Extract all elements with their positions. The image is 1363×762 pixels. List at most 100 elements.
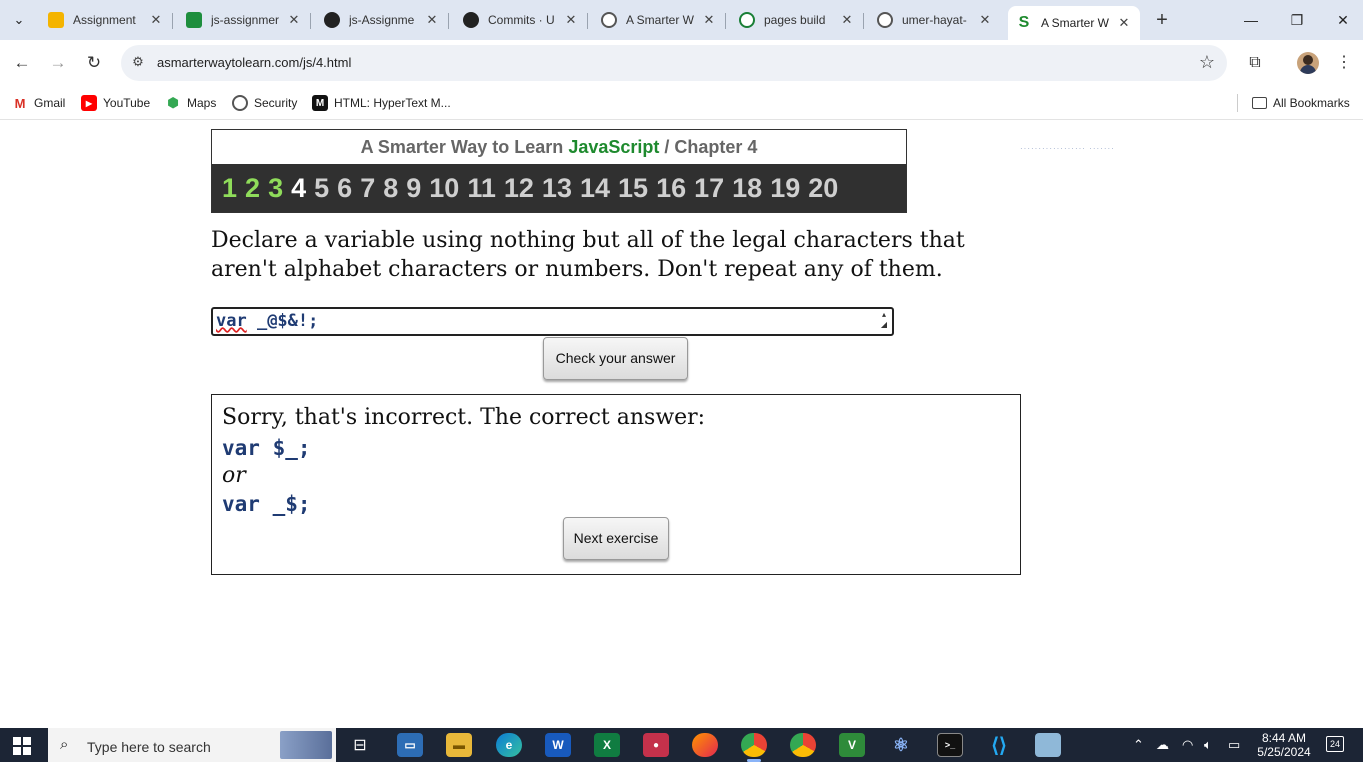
tray-chevron-icon[interactable]: ⌃: [1133, 737, 1144, 753]
vim-icon[interactable]: V: [839, 733, 865, 757]
file-explorer-pc-icon[interactable]: ▭: [397, 733, 423, 757]
bookmark-mdn[interactable]: M HTML: HyperText M...: [312, 92, 451, 114]
react-icon[interactable]: ⚛: [888, 733, 914, 757]
tab-0[interactable]: Assignment ✕: [40, 6, 173, 34]
taskbar-search[interactable]: ⌕ Type here to search: [48, 728, 336, 762]
tab-search-button[interactable]: ⌄: [6, 8, 32, 32]
clock-date: 5/25/2024: [1257, 745, 1311, 759]
taskbar-search-placeholder: Type here to search: [87, 739, 211, 755]
exercise-link-10[interactable]: 10: [429, 173, 459, 204]
exercise-link-2[interactable]: 2: [245, 173, 260, 204]
close-icon[interactable]: ✕: [148, 12, 164, 28]
windows-start-icon[interactable]: [13, 737, 31, 755]
edge-icon[interactable]: e: [496, 733, 522, 757]
bookmark-youtube[interactable]: ▶ YouTube: [81, 92, 150, 114]
github-actions-icon: [739, 12, 755, 28]
feedback-box: Sorry, that's incorrect. The correct ans…: [211, 394, 1021, 575]
close-window-button[interactable]: ✕: [1320, 0, 1363, 40]
close-icon[interactable]: ✕: [286, 12, 302, 28]
exercise-link-13[interactable]: 13: [542, 173, 572, 204]
tab-6[interactable]: umer-hayat- ✕: [869, 6, 1001, 34]
exercise-link-6[interactable]: 6: [337, 173, 352, 204]
tab-title: js-Assignme: [349, 13, 415, 27]
textarea-resize-handle[interactable]: ▴ ◢: [877, 310, 891, 333]
close-icon[interactable]: ✕: [424, 12, 440, 28]
tab-4[interactable]: A Smarter W ✕: [593, 6, 726, 34]
extensions-icon[interactable]: ⧉: [1243, 51, 1267, 75]
minimize-button[interactable]: —: [1228, 0, 1274, 40]
github-icon: [324, 12, 340, 28]
taskbar-clock[interactable]: 8:44 AM 5/25/2024: [1252, 731, 1316, 759]
exercise-link-11[interactable]: 11: [467, 173, 496, 204]
exercise-link-9[interactable]: 9: [406, 173, 421, 204]
search-icon: ⌕: [60, 736, 69, 753]
firefox-icon[interactable]: [692, 733, 718, 757]
chrome-icon[interactable]: [741, 733, 767, 762]
close-icon[interactable]: ✕: [563, 12, 579, 28]
site-settings-icon[interactable]: ⚙: [129, 53, 147, 71]
recorder-icon[interactable]: ●: [643, 733, 669, 757]
exercise-link-3[interactable]: 3: [268, 173, 283, 204]
volume-icon[interactable]: 🔈︎: [1204, 737, 1212, 753]
search-highlight-image: [280, 731, 332, 759]
forward-button[interactable]: →: [46, 51, 70, 75]
reload-button[interactable]: ↻: [82, 51, 106, 75]
tab-title: Assignment: [73, 13, 136, 27]
close-icon[interactable]: ✕: [839, 12, 855, 28]
bookmark-label: Security: [254, 96, 298, 110]
address-bar[interactable]: ⚙ asmarterwaytolearn.com/js/4.html ☆: [121, 45, 1227, 81]
exercise-link-19[interactable]: 19: [770, 173, 800, 204]
restore-button[interactable]: ❐: [1274, 0, 1320, 40]
excel-icon[interactable]: X: [594, 733, 620, 757]
notifications-icon[interactable]: 24: [1326, 736, 1344, 752]
back-button[interactable]: ←: [10, 51, 34, 75]
tab-1[interactable]: js-assignmer ✕: [178, 6, 311, 34]
bookmark-security[interactable]: Security: [232, 92, 297, 114]
exercise-link-16[interactable]: 16: [656, 173, 686, 204]
notepad-icon[interactable]: [1035, 733, 1061, 757]
bookmark-gmail[interactable]: M Gmail: [12, 92, 66, 114]
tab-title: js-assignmer: [211, 13, 280, 27]
close-icon[interactable]: ✕: [701, 12, 717, 28]
tab-5[interactable]: pages build ✕: [731, 6, 864, 34]
answer-textarea[interactable]: var _@$&!; ▴ ◢: [211, 307, 894, 336]
exercise-question: Declare a variable using nothing but all…: [211, 228, 965, 282]
exercise-link-20[interactable]: 20: [808, 173, 838, 204]
wifi-icon[interactable]: ◠: [1182, 737, 1193, 753]
exercise-link-5[interactable]: 5: [314, 173, 329, 204]
exercise-link-14[interactable]: 14: [580, 173, 610, 204]
word-icon[interactable]: W: [545, 733, 571, 757]
tab-2[interactable]: js-Assignme ✕: [316, 6, 449, 34]
terminal-icon[interactable]: >_: [937, 733, 963, 757]
close-icon[interactable]: ✕: [1116, 15, 1132, 31]
new-tab-button[interactable]: +: [1150, 8, 1174, 32]
all-bookmarks[interactable]: All Bookmarks: [1252, 92, 1350, 114]
exercise-link-4[interactable]: 4: [291, 173, 306, 204]
tab-3[interactable]: Commits · U ✕: [455, 6, 588, 34]
exercise-link-1[interactable]: 1: [222, 173, 237, 204]
exercise-link-15[interactable]: 15: [618, 173, 648, 204]
task-view-icon[interactable]: ⊟: [347, 733, 373, 757]
folder-icon[interactable]: ▬: [446, 733, 472, 757]
globe-icon: [877, 12, 893, 28]
bookmark-star-icon[interactable]: ☆: [1199, 52, 1215, 73]
gmail-icon: M: [14, 95, 26, 111]
exercise-link-18[interactable]: 18: [732, 173, 762, 204]
chrome-profile-icon[interactable]: [790, 733, 816, 757]
close-icon[interactable]: ✕: [977, 12, 993, 28]
menu-kebab-icon[interactable]: ⋮: [1332, 51, 1356, 75]
vscode-icon[interactable]: ⟨⟩: [986, 733, 1012, 757]
exercise-link-17[interactable]: 17: [694, 173, 724, 204]
url-text: asmarterwaytolearn.com/js/4.html: [157, 55, 352, 70]
onedrive-icon[interactable]: ☁: [1156, 737, 1169, 753]
exercise-link-12[interactable]: 12: [504, 173, 534, 204]
bookmark-maps[interactable]: ⬢ Maps: [165, 92, 216, 114]
profile-avatar[interactable]: [1297, 52, 1319, 74]
exercise-link-8[interactable]: 8: [383, 173, 398, 204]
battery-icon[interactable]: ▭: [1228, 737, 1240, 753]
tab-7-active[interactable]: S A Smarter W ✕: [1008, 6, 1140, 40]
tab-title: Commits · U: [488, 13, 555, 27]
exercise-link-7[interactable]: 7: [360, 173, 375, 204]
next-exercise-button[interactable]: Next exercise: [563, 517, 669, 560]
check-answer-button[interactable]: Check your answer: [543, 337, 688, 380]
